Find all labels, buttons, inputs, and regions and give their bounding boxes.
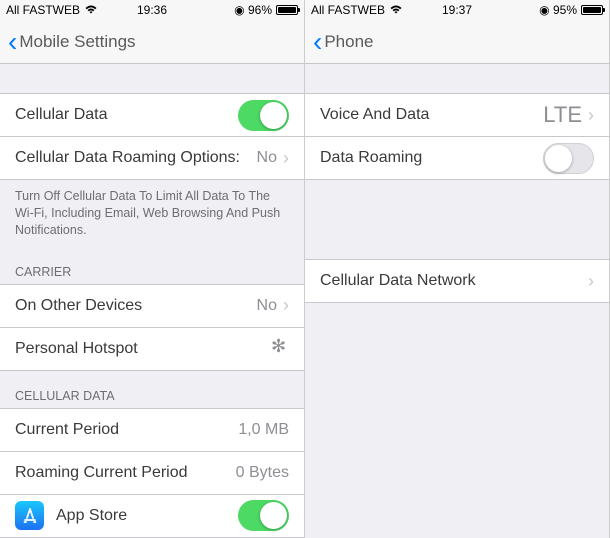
row-label: Voice And Data <box>320 106 543 124</box>
row-value: 0 Bytes <box>236 464 289 482</box>
clock: 19:36 <box>137 3 167 17</box>
personal-hotspot-row[interactable]: Personal Hotspot <box>0 327 304 371</box>
row-label: App Store <box>56 507 238 525</box>
wifi-icon <box>84 3 98 17</box>
chevron-left-icon: ‹ <box>313 28 322 56</box>
nav-title: Mobile Settings <box>19 32 135 52</box>
carrier-label: All FASTWEB <box>6 3 80 17</box>
roaming-options-row[interactable]: Cellular Data Roaming Options: No › <box>0 136 304 180</box>
row-value: No <box>257 297 277 315</box>
row-label: Roaming Current Period <box>15 464 236 482</box>
cellular-data-toggle[interactable] <box>238 100 289 131</box>
cellular-data-network-row[interactable]: Cellular Data Network › <box>305 259 609 303</box>
cellular-data-header: CELLULAR DATA <box>0 371 304 409</box>
screen-phone: All FASTWEB 19:37 ◉ 95% ‹ Phone Voice An… <box>305 0 610 538</box>
chevron-right-icon: › <box>283 148 289 169</box>
row-label: On Other Devices <box>15 297 257 315</box>
row-label: Data Roaming <box>320 149 543 167</box>
battery-icon <box>581 5 603 15</box>
nav-bar: ‹ Mobile Settings <box>0 20 304 64</box>
row-label: Cellular Data Roaming Options: <box>15 149 257 167</box>
clock: 19:37 <box>442 3 472 17</box>
voice-and-data-row[interactable]: Voice And Data LTE › <box>305 93 609 137</box>
nav-bar: ‹ Phone <box>305 20 609 64</box>
data-roaming-toggle[interactable] <box>543 143 594 174</box>
nav-title: Phone <box>324 32 373 52</box>
app-store-toggle[interactable] <box>238 500 289 531</box>
row-label: Cellular Data Network <box>320 272 582 290</box>
app-store-icon <box>15 501 44 530</box>
other-devices-row[interactable]: On Other Devices No › <box>0 284 304 328</box>
cellular-data-row[interactable]: Cellular Data <box>0 93 304 137</box>
chevron-right-icon: › <box>588 105 594 126</box>
back-button[interactable]: ‹ Phone <box>313 28 374 56</box>
roaming-period-row: Roaming Current Period 0 Bytes <box>0 451 304 495</box>
battery-percent: ◉ 96% <box>234 3 272 17</box>
status-bar: All FASTWEB 19:37 ◉ 95% <box>305 0 609 20</box>
status-bar: All FASTWEB 19:36 ◉ 96% <box>0 0 304 20</box>
row-value: 1,0 MB <box>238 421 289 439</box>
battery-icon <box>276 5 298 15</box>
carrier-label: All FASTWEB <box>311 3 385 17</box>
footer-help-text: Turn Off Cellular Data To Limit All Data… <box>0 180 304 247</box>
battery-percent: ◉ 95% <box>539 3 577 17</box>
row-label: Personal Hotspot <box>15 340 271 358</box>
current-period-row: Current Period 1,0 MB <box>0 408 304 452</box>
back-button[interactable]: ‹ Mobile Settings <box>8 28 136 56</box>
data-roaming-row[interactable]: Data Roaming <box>305 136 609 180</box>
screen-mobile-settings: All FASTWEB 19:36 ◉ 96% ‹ Mobile Setting… <box>0 0 305 538</box>
wifi-icon <box>389 3 403 17</box>
loading-spinner-icon <box>271 340 289 358</box>
app-store-row[interactable]: App Store <box>0 494 304 538</box>
chevron-left-icon: ‹ <box>8 28 17 56</box>
content: Voice And Data LTE › Data Roaming Cellul… <box>305 64 609 538</box>
row-value: LTE <box>543 102 582 128</box>
row-label: Current Period <box>15 421 238 439</box>
chevron-right-icon: › <box>283 295 289 316</box>
content: Cellular Data Cellular Data Roaming Opti… <box>0 64 304 538</box>
chevron-right-icon: › <box>588 271 594 292</box>
row-value: No <box>257 149 277 167</box>
carrier-header: CARRIER <box>0 247 304 285</box>
row-label: Cellular Data <box>15 106 238 124</box>
